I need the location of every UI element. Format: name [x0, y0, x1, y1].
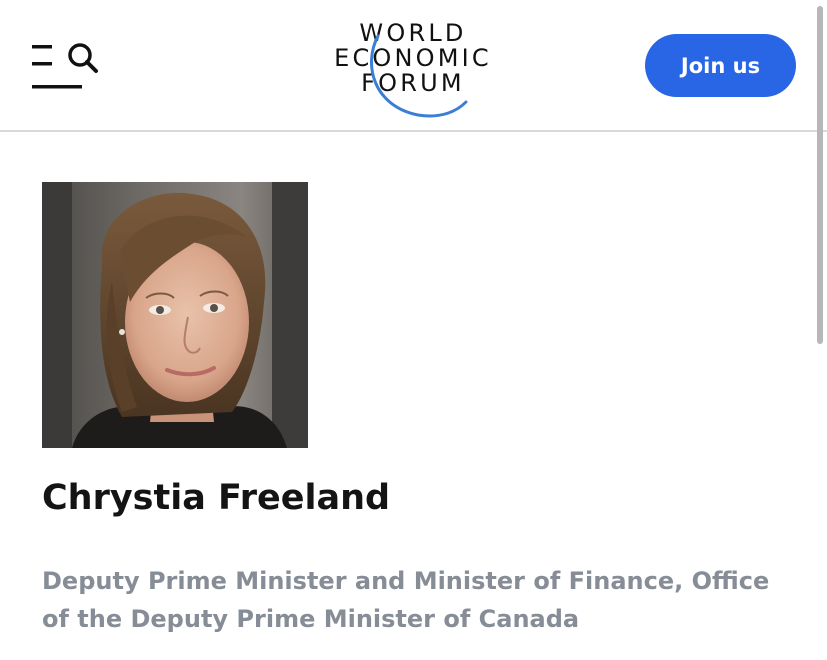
person-title: Deputy Prime Minister and Minister of Fi… [42, 567, 770, 633]
join-us-button[interactable]: Join us [645, 34, 796, 97]
portrait-photo [42, 182, 308, 448]
scrollbar[interactable] [817, 6, 823, 344]
menu-search-button[interactable] [30, 40, 100, 92]
logo-arc-icon [370, 34, 468, 118]
search-icon [68, 43, 98, 73]
menu-icon [32, 43, 98, 89]
site-header: WORLD ECONOMIC FORUM Join us [0, 0, 827, 132]
person-name: Chrystia Freeland [42, 478, 391, 518]
wef-logo[interactable]: WORLD ECONOMIC FORUM [318, 14, 508, 124]
page: WORLD ECONOMIC FORUM Join us Chrystia Fr… [0, 0, 827, 660]
